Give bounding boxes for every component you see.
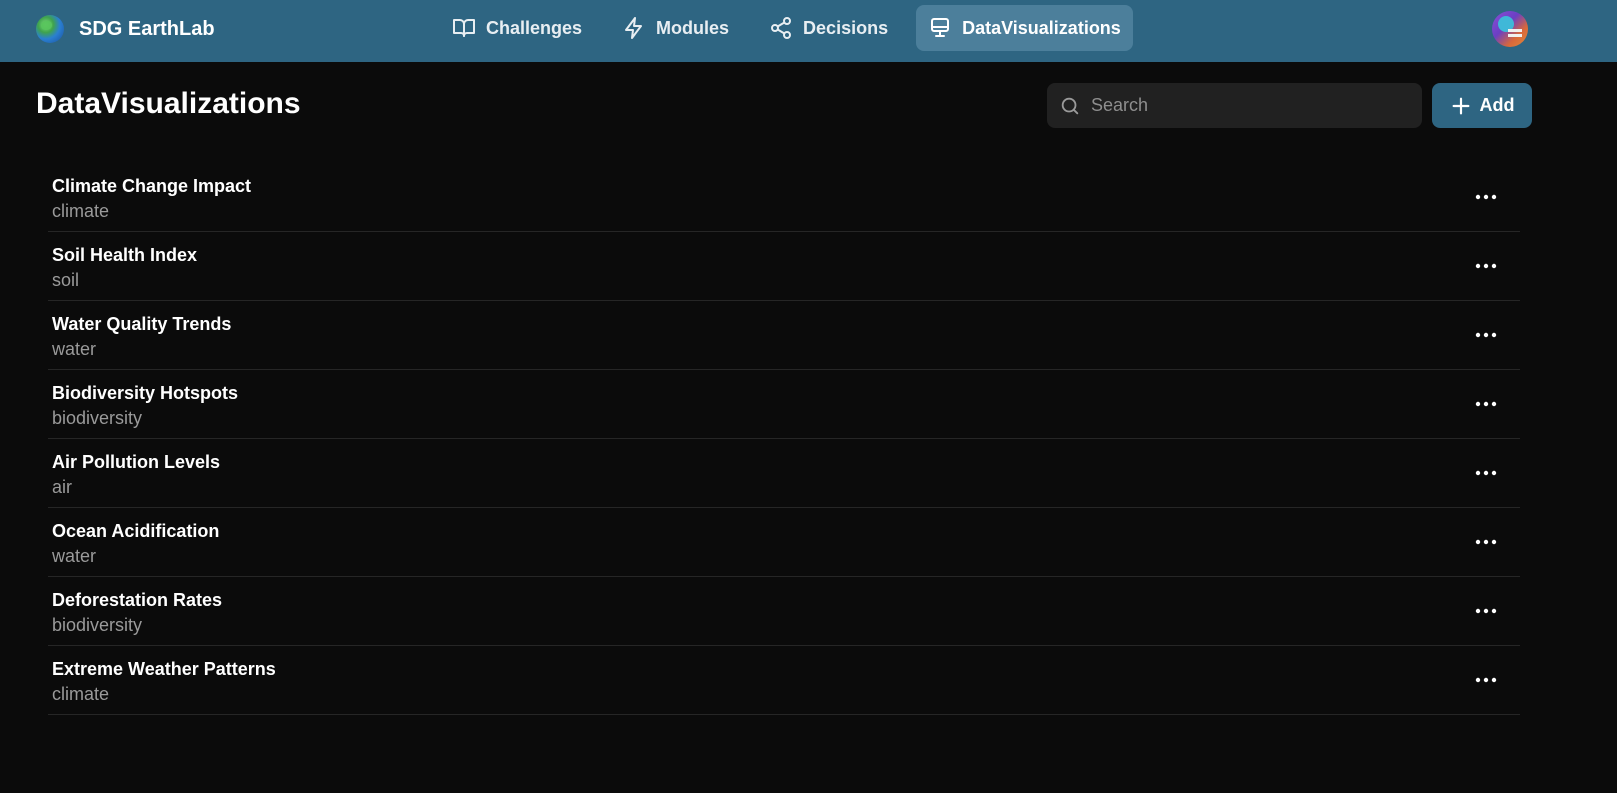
list-item[interactable]: Deforestation Rates biodiversity xyxy=(48,577,1520,646)
item-title: Deforestation Rates xyxy=(52,590,223,610)
list-item[interactable]: Water Quality Trends water xyxy=(48,301,1520,370)
more-horizontal-icon xyxy=(1475,470,1497,476)
share-nodes-icon xyxy=(771,17,792,39)
item-category: air xyxy=(52,477,73,497)
more-horizontal-icon xyxy=(1475,539,1497,545)
more-horizontal-icon xyxy=(1475,263,1497,269)
search-box xyxy=(1047,83,1422,128)
add-button[interactable]: Add xyxy=(1432,83,1532,128)
more-horizontal-icon xyxy=(1475,677,1497,683)
item-title: Biodiversity Hotspots xyxy=(52,383,239,403)
nav-item-label: Challenges xyxy=(486,17,583,38)
list-item[interactable]: Ocean Acidification water xyxy=(48,508,1520,577)
lightning-icon xyxy=(625,17,643,39)
nav-item-label: DataVisualizations xyxy=(962,17,1121,38)
item-title: Air Pollution Levels xyxy=(52,452,221,472)
item-title: Soil Health Index xyxy=(52,245,198,265)
brand[interactable]: SDG EarthLab xyxy=(36,12,215,46)
more-horizontal-icon xyxy=(1475,332,1497,338)
more-horizontal-icon xyxy=(1475,608,1497,614)
item-title: Water Quality Trends xyxy=(52,314,232,334)
item-title: Extreme Weather Patterns xyxy=(52,659,276,679)
more-horizontal-icon xyxy=(1475,401,1497,407)
monitor-icon xyxy=(931,18,950,37)
more-options-button[interactable] xyxy=(1470,392,1502,416)
nav-item-datavisualizations[interactable]: DataVisualizations xyxy=(916,5,1133,51)
item-category: soil xyxy=(52,270,80,290)
search-icon xyxy=(1061,97,1079,114)
item-category: biodiversity xyxy=(52,408,143,428)
user-avatar[interactable] xyxy=(1492,11,1528,47)
item-category: climate xyxy=(52,201,110,221)
item-category: climate xyxy=(52,684,110,704)
item-title: Climate Change Impact xyxy=(52,176,252,196)
top-navigation-bar: SDG EarthLab Challenges Modules Decision… xyxy=(0,0,1617,62)
more-options-button[interactable] xyxy=(1470,254,1502,278)
more-options-button[interactable] xyxy=(1470,599,1502,623)
nav-item-label: Decisions xyxy=(803,17,889,38)
earth-globe-logo-icon xyxy=(36,15,64,43)
item-category: biodiversity xyxy=(52,615,143,635)
item-category: water xyxy=(52,546,97,566)
list-item[interactable]: Soil Health Index soil xyxy=(48,232,1520,301)
list-item[interactable]: Climate Change Impact climate xyxy=(48,163,1520,232)
more-horizontal-icon xyxy=(1475,194,1497,200)
data-visualizations-list: Climate Change Impact climate Soil Healt… xyxy=(48,163,1520,715)
main-nav: Challenges Modules Decisions DataVisuali… xyxy=(440,5,1149,51)
item-category: water xyxy=(52,339,97,359)
list-item[interactable]: Biodiversity Hotspots biodiversity xyxy=(48,370,1520,439)
nav-item-modules[interactable]: Modules xyxy=(610,5,741,51)
search-input[interactable] xyxy=(1091,95,1411,116)
page-title: DataVisualizations xyxy=(36,87,301,120)
plus-icon xyxy=(1452,97,1469,114)
app-name: SDG EarthLab xyxy=(79,17,215,40)
more-options-button[interactable] xyxy=(1470,461,1502,485)
more-options-button[interactable] xyxy=(1470,530,1502,554)
more-options-button[interactable] xyxy=(1470,668,1502,692)
list-item[interactable]: Extreme Weather Patterns climate xyxy=(48,646,1520,715)
nav-item-label: Modules xyxy=(656,17,730,38)
more-options-button[interactable] xyxy=(1470,185,1502,209)
nav-item-challenges[interactable]: Challenges xyxy=(440,5,594,51)
nav-item-decisions[interactable]: Decisions xyxy=(757,5,900,51)
list-item[interactable]: Air Pollution Levels air xyxy=(48,439,1520,508)
add-button-label: Add xyxy=(1479,95,1515,115)
more-options-button[interactable] xyxy=(1470,323,1502,347)
item-title: Ocean Acidification xyxy=(52,521,220,541)
book-open-icon xyxy=(453,19,475,37)
